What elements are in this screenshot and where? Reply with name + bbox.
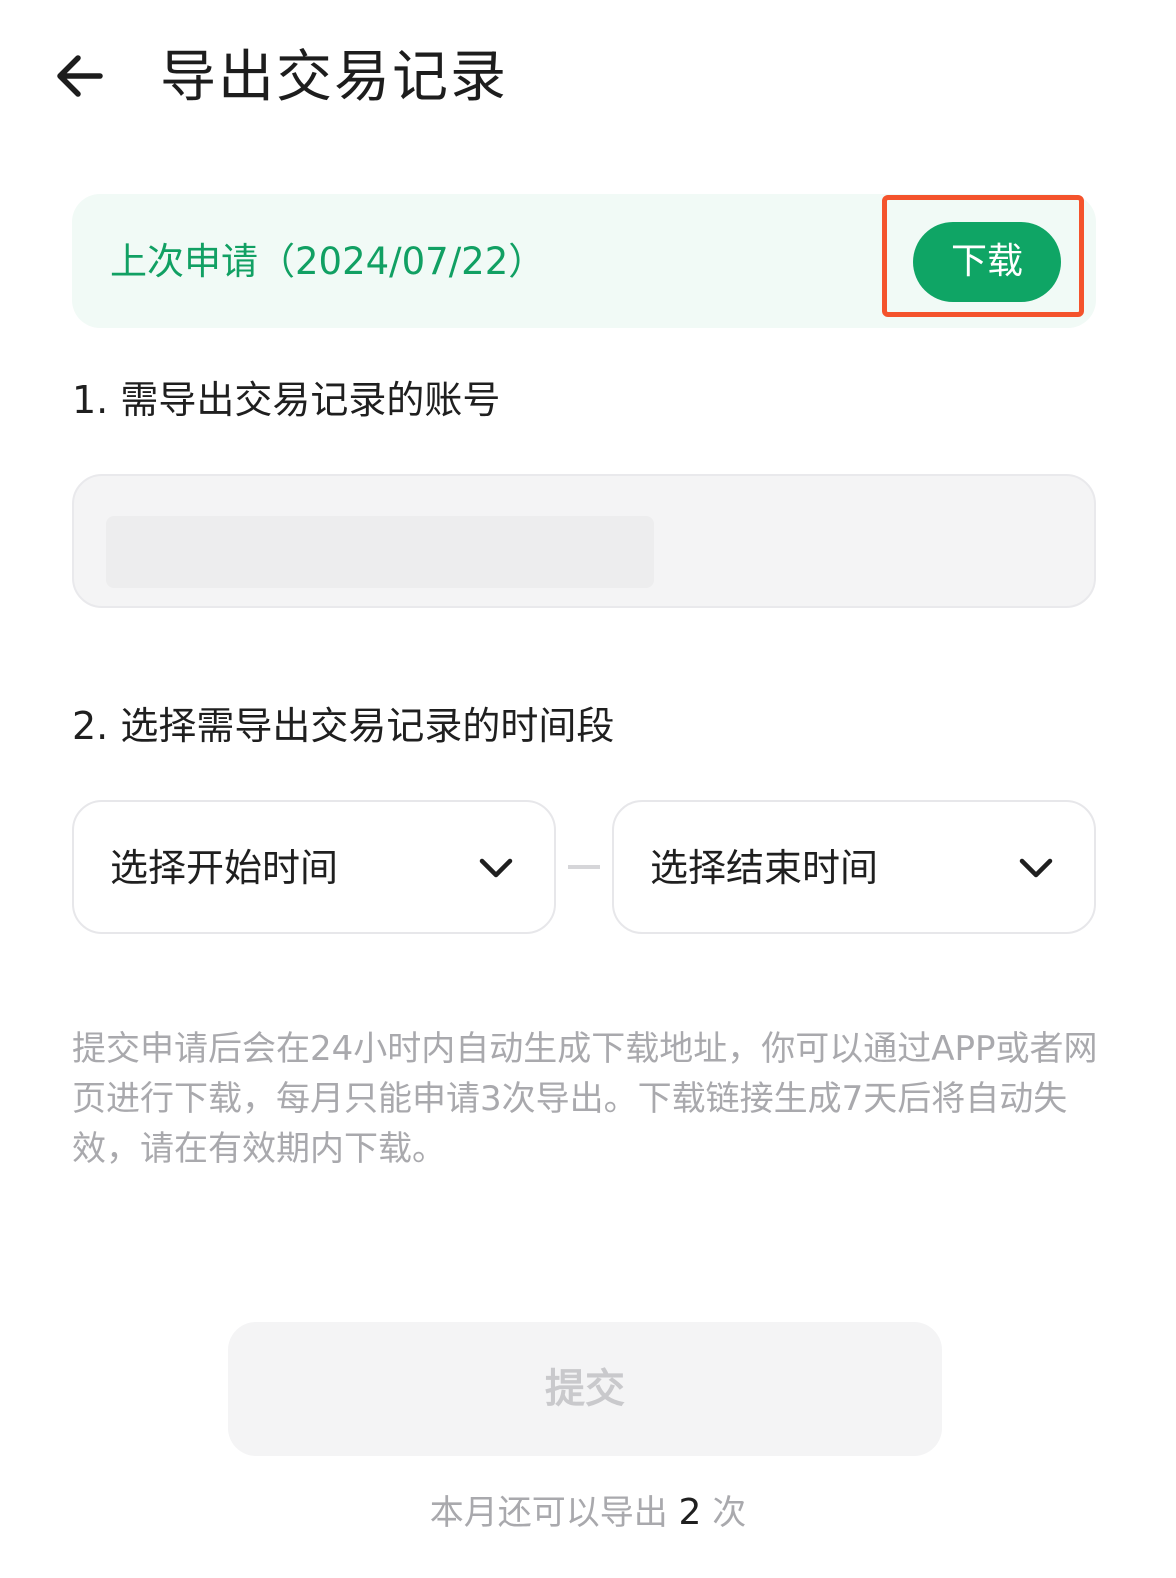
back-button[interactable] — [52, 48, 108, 104]
end-time-label: 选择结束时间 — [650, 846, 879, 890]
remaining-suffix: 次 — [712, 1493, 747, 1533]
account-field[interactable] — [72, 474, 1096, 608]
chevron-down-icon — [479, 858, 513, 878]
last-request-date: （2024/07/22） — [258, 240, 546, 283]
account-section-label: 1. 需导出交易记录的账号 — [72, 378, 501, 422]
remaining-count: 2 — [678, 1492, 702, 1533]
download-button[interactable]: 下载 — [913, 222, 1061, 302]
remaining-count-text: 本月还可以导出 2 次 — [0, 1488, 1176, 1538]
last-request-text: 上次申请（2024/07/22） — [110, 234, 545, 290]
chevron-down-icon — [1019, 858, 1053, 878]
arrow-left-icon — [57, 55, 103, 97]
end-time-select[interactable]: 选择结束时间 — [612, 800, 1096, 934]
start-time-label: 选择开始时间 — [110, 846, 339, 890]
last-request-label: 上次申请 — [110, 240, 258, 283]
submit-button[interactable]: 提交 — [228, 1322, 942, 1456]
remaining-prefix: 本月还可以导出 — [429, 1493, 668, 1533]
range-separator — [568, 865, 600, 869]
notice-text: 提交申请后会在24小时内自动生成下载地址，你可以通过APP或者网页进行下载，每月… — [72, 1029, 1098, 1169]
account-placeholder-block — [106, 516, 654, 588]
header: 导出交易记录 — [0, 0, 1176, 160]
time-range-section-label: 2. 选择需导出交易记录的时间段 — [72, 704, 615, 748]
start-time-select[interactable]: 选择开始时间 — [72, 800, 556, 934]
page-title: 导出交易记录 — [160, 45, 508, 110]
